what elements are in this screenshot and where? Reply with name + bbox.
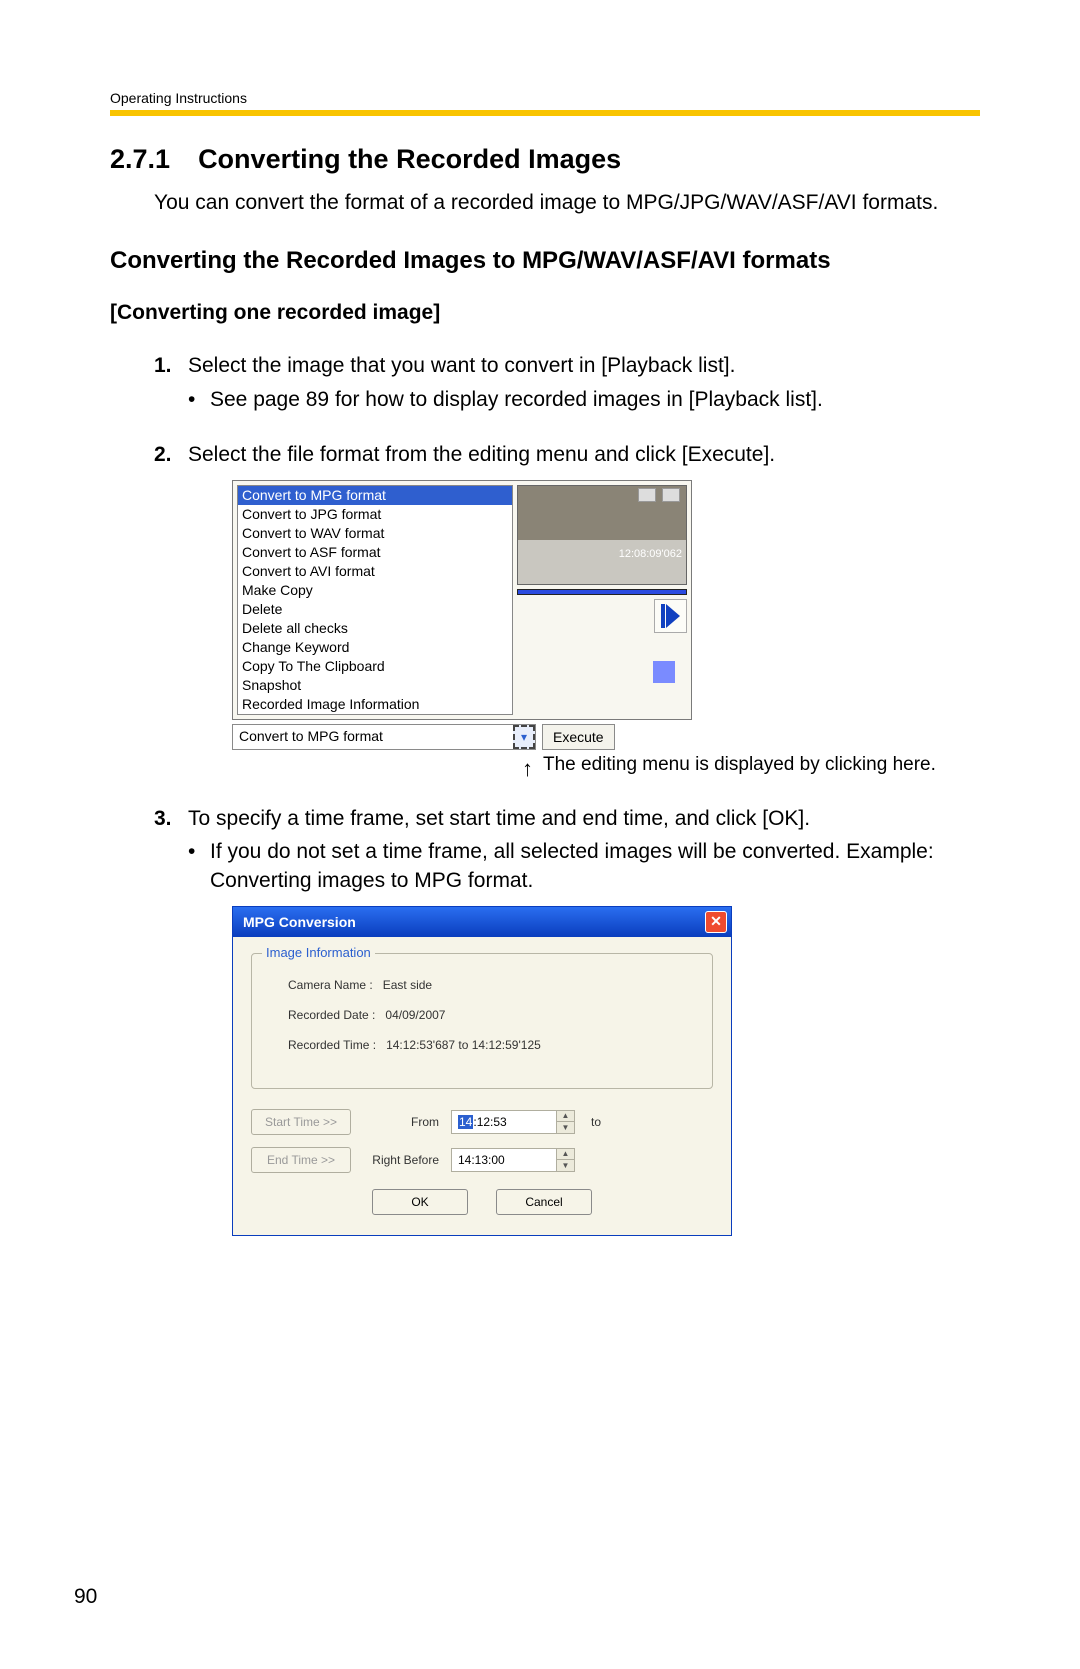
step-2: 2. Select the file format from the editi… <box>154 440 980 777</box>
bracket-heading: [Converting one recorded image] <box>110 301 980 325</box>
step-2-text: Select the file format from the editing … <box>188 440 980 469</box>
end-time-spinner[interactable]: ▲ ▼ <box>451 1148 575 1172</box>
mpg-conversion-dialog: MPG Conversion ✕ Image Information Camer… <box>232 906 732 1236</box>
menu-item[interactable]: Snapshot <box>238 676 512 695</box>
menu-item[interactable]: Convert to MPG format <box>238 486 512 505</box>
step-3-text: To specify a time frame, set start time … <box>188 804 980 833</box>
step-3-number: 3. <box>154 804 188 833</box>
menu-list[interactable]: Convert to MPG format Convert to JPG for… <box>237 485 513 715</box>
combobox-value: Convert to MPG format <box>233 725 513 749</box>
spin-down-icon[interactable]: ▼ <box>557 1160 574 1171</box>
header-rule <box>110 110 980 116</box>
thumb-button[interactable] <box>638 488 656 502</box>
format-combobox[interactable]: Convert to MPG format ▾ <box>232 724 536 750</box>
start-time-button[interactable]: Start Time >> <box>251 1109 351 1135</box>
date-label: Recorded Date : <box>288 1008 375 1022</box>
menu-item[interactable]: Make Copy <box>238 581 512 600</box>
menu-item[interactable]: Delete all checks <box>238 619 512 638</box>
step-1: 1. Select the image that you want to con… <box>154 351 980 414</box>
from-label: From <box>363 1115 439 1129</box>
video-thumbnail: 12:08:09'062 <box>517 485 687 585</box>
playback-slider[interactable] <box>517 589 687 595</box>
thumb-button[interactable] <box>662 488 680 502</box>
section-heading: 2.7.1 Converting the Recorded Images <box>110 144 980 175</box>
step-1-text: Select the image that you want to conver… <box>188 351 980 380</box>
time-value: 14:12:53'687 to 14:12:59'125 <box>386 1038 541 1052</box>
cancel-button[interactable]: Cancel <box>496 1189 592 1215</box>
camera-label: Camera Name : <box>288 978 373 992</box>
fieldset-legend: Image Information <box>262 945 375 960</box>
to-label: to <box>591 1115 601 1129</box>
sub-heading: Converting the Recorded Images to MPG/WA… <box>110 247 980 275</box>
dialog-titlebar[interactable]: MPG Conversion ✕ <box>233 907 731 937</box>
end-time-value[interactable] <box>452 1149 556 1171</box>
close-button[interactable]: ✕ <box>705 911 727 933</box>
image-info-fieldset: Image Information Camera Name : East sid… <box>251 953 713 1089</box>
menu-item[interactable]: Delete <box>238 600 512 619</box>
play-icon <box>661 604 665 628</box>
execute-button[interactable]: Execute <box>542 724 615 750</box>
menu-item[interactable]: Copy To The Clipboard <box>238 657 512 676</box>
running-header: Operating Instructions <box>110 90 980 106</box>
figure-editing-menu: Convert to MPG format Convert to JPG for… <box>232 480 692 720</box>
right-before-label: Right Before <box>363 1153 439 1167</box>
spin-up-icon[interactable]: ▲ <box>557 1149 574 1161</box>
ok-button[interactable]: OK <box>372 1189 468 1215</box>
play-button[interactable] <box>654 599 687 633</box>
spin-up-icon[interactable]: ▲ <box>557 1111 574 1123</box>
spin-down-icon[interactable]: ▼ <box>557 1122 574 1133</box>
step-1-bullet: See page 89 for how to display recorded … <box>210 385 823 414</box>
bullet-icon: • <box>188 837 210 896</box>
step-3-bullet: If you do not set a time frame, all sele… <box>210 837 980 896</box>
camera-value: East side <box>383 978 432 992</box>
step-3: 3. To specify a time frame, set start ti… <box>154 804 980 1236</box>
stop-button[interactable] <box>653 661 675 683</box>
date-value: 04/09/2007 <box>385 1008 445 1022</box>
close-icon: ✕ <box>710 913 722 930</box>
step-2-number: 2. <box>154 440 188 469</box>
arrow-up-icon: ↑ <box>522 758 533 780</box>
intro-paragraph: You can convert the format of a recorded… <box>154 189 980 217</box>
start-time-spinner[interactable]: 14:12:53 ▲ ▼ <box>451 1110 575 1134</box>
step-1-number: 1. <box>154 351 188 380</box>
menu-item[interactable]: Recorded Image Information <box>238 695 512 714</box>
chevron-down-icon[interactable]: ▾ <box>513 725 535 749</box>
time-label: Recorded Time : <box>288 1038 376 1052</box>
section-number: 2.7.1 <box>110 144 170 174</box>
timestamp-overlay: 12:08:09'062 <box>619 548 682 560</box>
section-title: Converting the Recorded Images <box>198 144 621 174</box>
menu-item[interactable]: Convert to AVI format <box>238 562 512 581</box>
menu-item[interactable]: Convert to WAV format <box>238 524 512 543</box>
page-number: 90 <box>74 1585 97 1609</box>
callout-text: The editing menu is displayed by clickin… <box>543 754 936 778</box>
menu-item[interactable]: Change Keyword <box>238 638 512 657</box>
play-icon <box>666 604 680 628</box>
dialog-title: MPG Conversion <box>243 914 356 930</box>
menu-item[interactable]: Convert to ASF format <box>238 543 512 562</box>
menu-item[interactable]: Convert to JPG format <box>238 505 512 524</box>
bullet-icon: • <box>188 385 210 414</box>
end-time-button[interactable]: End Time >> <box>251 1147 351 1173</box>
start-time-value[interactable]: 14:12:53 <box>452 1111 556 1133</box>
